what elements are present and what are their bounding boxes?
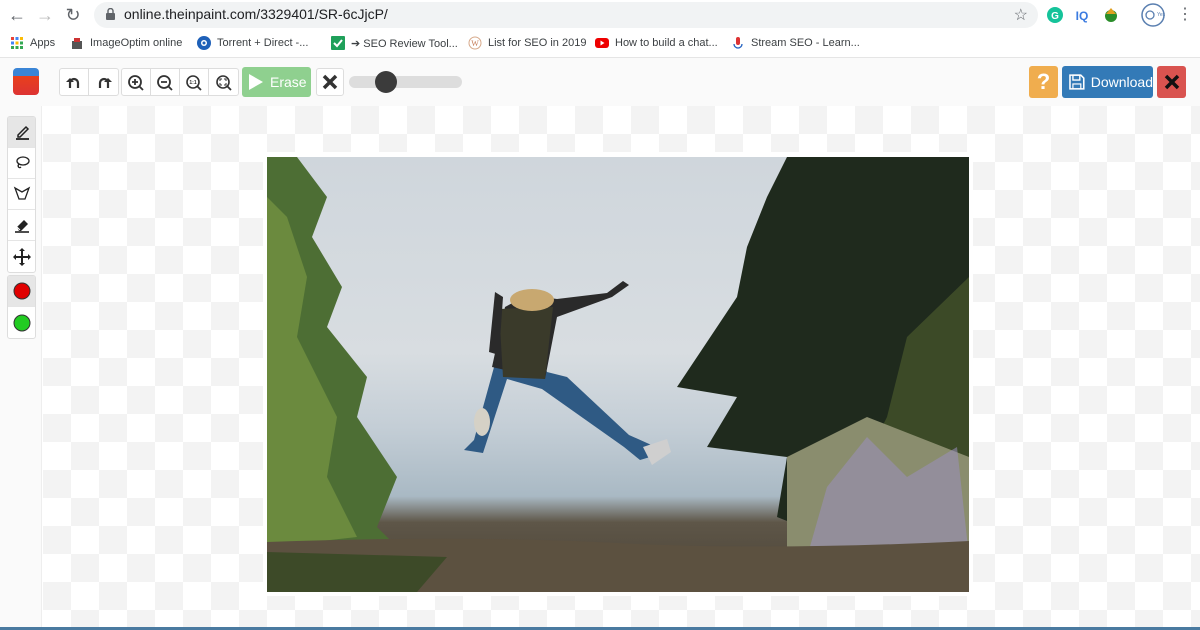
menu-kebab-icon[interactable]: ⋮ (1174, 4, 1196, 26)
grammarly-icon[interactable]: G (1046, 6, 1064, 24)
photo-illustration (267, 157, 969, 592)
bookmark-imageoptim[interactable]: ImageOptim online (70, 36, 182, 50)
marker-icon (15, 125, 29, 140)
green-circle-icon (13, 314, 30, 331)
svg-text:1:1: 1:1 (189, 80, 196, 86)
tools-panel (0, 106, 42, 630)
eraser-tool[interactable] (8, 210, 35, 241)
color-tools (7, 275, 36, 339)
profile-icon[interactable]: Yes (1141, 3, 1165, 27)
brush-size-slider[interactable] (349, 71, 462, 93)
zoom-in-icon (128, 75, 144, 91)
reload-button[interactable]: ↻ (62, 4, 84, 26)
bookmark-apps[interactable]: Apps (10, 36, 55, 50)
app-toolbar: 1:1 Erase ? Download (0, 58, 1200, 106)
lasso-icon (15, 156, 30, 169)
address-bar[interactable]: online.theinpaint.com/3329401/SR-6cJjcP/… (94, 2, 1038, 28)
bookmark-torrent[interactable]: Torrent + Direct -... (197, 36, 308, 50)
polygon-lasso-icon (13, 186, 30, 200)
editing-image[interactable] (267, 157, 969, 592)
svg-text:G: G (1051, 11, 1059, 22)
play-icon (249, 74, 263, 90)
inpaint-logo[interactable] (13, 68, 39, 95)
bookmark-seo-review[interactable]: ➔ SEO Review Tool... (331, 36, 458, 50)
zoom-fit-icon (215, 75, 232, 91)
close-icon (322, 74, 338, 90)
forward-button[interactable]: → (34, 4, 56, 26)
history-group (59, 68, 119, 96)
bookmark-stream-seo[interactable]: Stream SEO - Learn... (731, 36, 860, 50)
zoom-actual-size-button[interactable]: 1:1 (180, 69, 209, 95)
close-app-button[interactable] (1157, 66, 1186, 98)
eraser-icon (14, 220, 29, 233)
download-manager-icon[interactable] (1102, 6, 1120, 24)
polygon-lasso-tool[interactable] (8, 179, 35, 210)
clear-selection-button[interactable] (316, 68, 344, 96)
red-circle-icon (13, 282, 30, 300)
move-tool[interactable] (8, 241, 35, 272)
bookmark-star-icon[interactable]: ☆ (1014, 5, 1028, 25)
redo-icon (98, 77, 112, 88)
apps-grid-icon (11, 37, 23, 49)
undo-button[interactable] (60, 69, 89, 95)
erase-button[interactable]: Erase (242, 67, 311, 97)
help-button[interactable]: ? (1029, 66, 1058, 98)
stream-icon (733, 37, 743, 49)
zoom-1to1-icon: 1:1 (186, 75, 202, 91)
svg-text:IQ: IQ (1076, 9, 1089, 23)
zoom-out-button[interactable] (151, 69, 180, 95)
iq-icon[interactable]: IQ (1073, 6, 1091, 24)
bookmarks-bar: Apps ImageOptim online Torrent + Direct … (0, 30, 1200, 58)
slider-handle[interactable] (375, 71, 398, 93)
remove-color-button[interactable] (8, 276, 35, 307)
zoom-in-button[interactable] (122, 69, 151, 95)
bookmark-chatbot[interactable]: How to build a chat... (595, 36, 718, 50)
bookmark-list-seo[interactable]: W List for SEO in 2019 (468, 36, 586, 50)
wordpress-icon: W (468, 36, 482, 50)
zoom-fit-button[interactable] (209, 69, 238, 95)
url-text: online.theinpaint.com/3329401/SR-6cJjcP/ (124, 6, 388, 22)
svg-text:W: W (471, 39, 479, 48)
checkbox-icon (331, 36, 345, 50)
keep-color-button[interactable] (8, 307, 35, 338)
selection-tools (7, 116, 36, 273)
back-button[interactable]: ← (6, 4, 28, 26)
torrent-icon (197, 36, 211, 50)
save-disk-icon (1069, 74, 1085, 90)
close-icon (1164, 74, 1179, 90)
lasso-tool[interactable] (8, 148, 35, 179)
browser-top-bar: ← → ↻ online.theinpaint.com/3329401/SR-6… (0, 0, 1200, 30)
redo-button[interactable] (89, 69, 118, 95)
marker-tool[interactable] (8, 117, 35, 148)
youtube-icon (595, 38, 609, 48)
zoom-group: 1:1 (121, 68, 239, 96)
download-button[interactable]: Download (1062, 66, 1153, 98)
svg-text:Yes: Yes (1157, 12, 1165, 18)
zoom-out-icon (157, 75, 173, 91)
lock-icon (106, 8, 115, 20)
undo-icon (66, 77, 80, 88)
move-icon (12, 247, 31, 266)
imageoptim-icon (72, 38, 82, 49)
